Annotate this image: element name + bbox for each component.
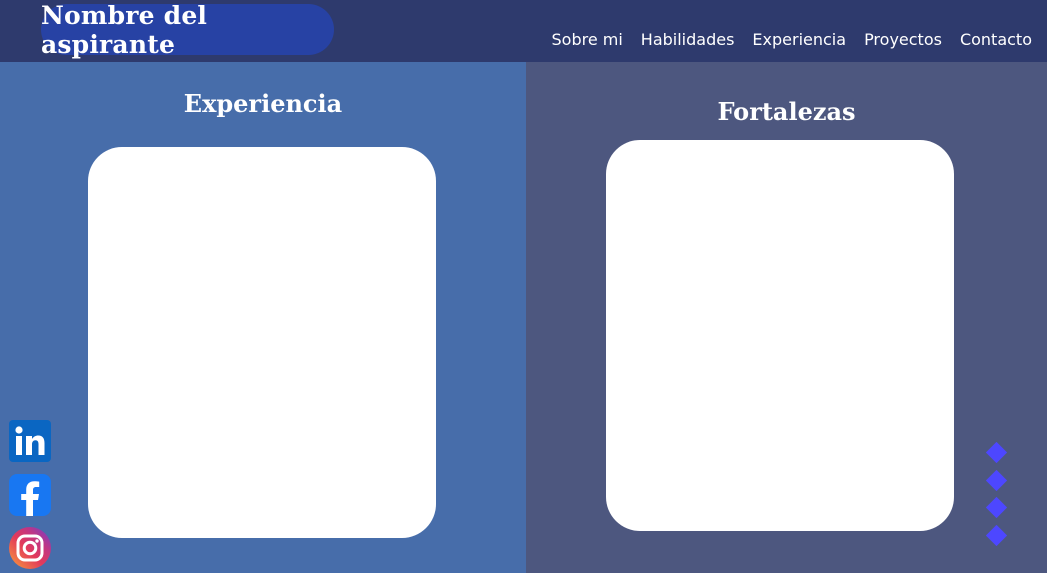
slider-dots	[985, 441, 1008, 554]
experience-section: Experiencia	[0, 62, 526, 573]
linkedin-link[interactable]	[9, 420, 51, 462]
strengths-section: Fortalezas	[526, 62, 1047, 573]
nav-link-proyectos[interactable]: Proyectos	[864, 30, 942, 49]
experience-title: Experiencia	[183, 89, 343, 118]
nav-link-sobre-mi[interactable]: Sobre mi	[552, 30, 623, 49]
main-nav: Sobre mi Habilidades Experiencia Proyect…	[552, 30, 1033, 49]
nav-link-habilidades[interactable]: Habilidades	[641, 30, 735, 49]
instagram-icon	[16, 534, 44, 562]
nav-link-experiencia[interactable]: Experiencia	[752, 30, 846, 49]
linkedin-icon	[15, 426, 45, 455]
facebook-link[interactable]	[9, 474, 51, 516]
strengths-title: Fortalezas	[717, 97, 856, 126]
slider-dot[interactable]	[985, 524, 1008, 547]
strengths-card	[606, 140, 954, 531]
facebook-icon	[21, 481, 40, 516]
instagram-link[interactable]	[9, 527, 51, 569]
slider-dot[interactable]	[985, 469, 1008, 492]
slider-dot[interactable]	[985, 496, 1008, 519]
experience-card	[88, 147, 436, 538]
slider-dot[interactable]	[985, 441, 1008, 464]
top-navbar: Nombre del aspirante Sobre mi Habilidade…	[0, 0, 1047, 62]
brand-name[interactable]: Nombre del aspirante	[41, 1, 334, 59]
nav-link-contacto[interactable]: Contacto	[960, 30, 1032, 49]
